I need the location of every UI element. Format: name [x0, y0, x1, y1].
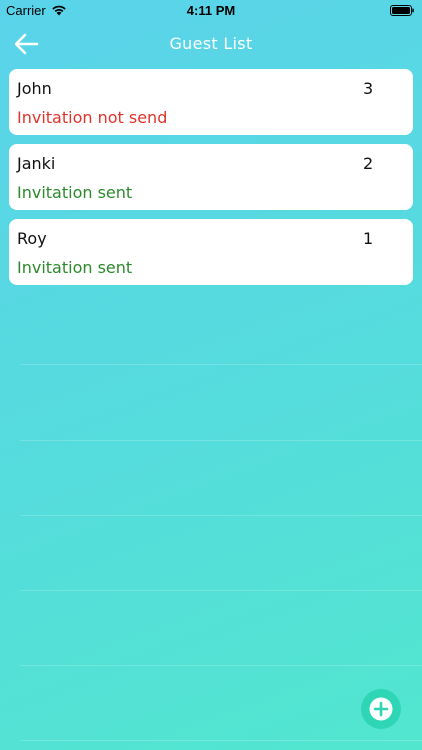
- page-title: Guest List: [169, 34, 253, 53]
- guest-row-roy[interactable]: Roy 1 Invitation sent: [9, 219, 413, 285]
- row-separator: [20, 740, 422, 741]
- guest-count: 3: [363, 79, 374, 98]
- invitation-status: Invitation not send: [17, 108, 168, 127]
- guest-count: 2: [363, 154, 374, 173]
- row-separator: [20, 515, 422, 516]
- status-bar: Carrier 4:11 PM: [0, 0, 422, 22]
- row-separator: [20, 440, 422, 441]
- invitation-status: Invitation sent: [17, 183, 133, 202]
- nav-bar: Guest List: [0, 22, 422, 66]
- row-separator: [20, 590, 422, 591]
- row-separator: [20, 665, 422, 666]
- battery-icon: [390, 5, 414, 16]
- add-guest-button[interactable]: [361, 689, 401, 729]
- guest-list: John 3 Invitation not send Janki 2 Invit…: [9, 69, 413, 294]
- guest-name: Roy: [17, 229, 47, 248]
- row-separator: [20, 364, 422, 365]
- invitation-status: Invitation sent: [17, 258, 133, 277]
- guest-count: 1: [363, 229, 374, 248]
- guest-name: Janki: [17, 154, 56, 173]
- clock: 4:11 PM: [186, 3, 236, 18]
- guest-row-janki[interactable]: Janki 2 Invitation sent: [9, 144, 413, 210]
- plus-circle-icon: [369, 697, 393, 721]
- guest-name: John: [17, 79, 52, 98]
- guest-row-john[interactable]: John 3 Invitation not send: [9, 69, 413, 135]
